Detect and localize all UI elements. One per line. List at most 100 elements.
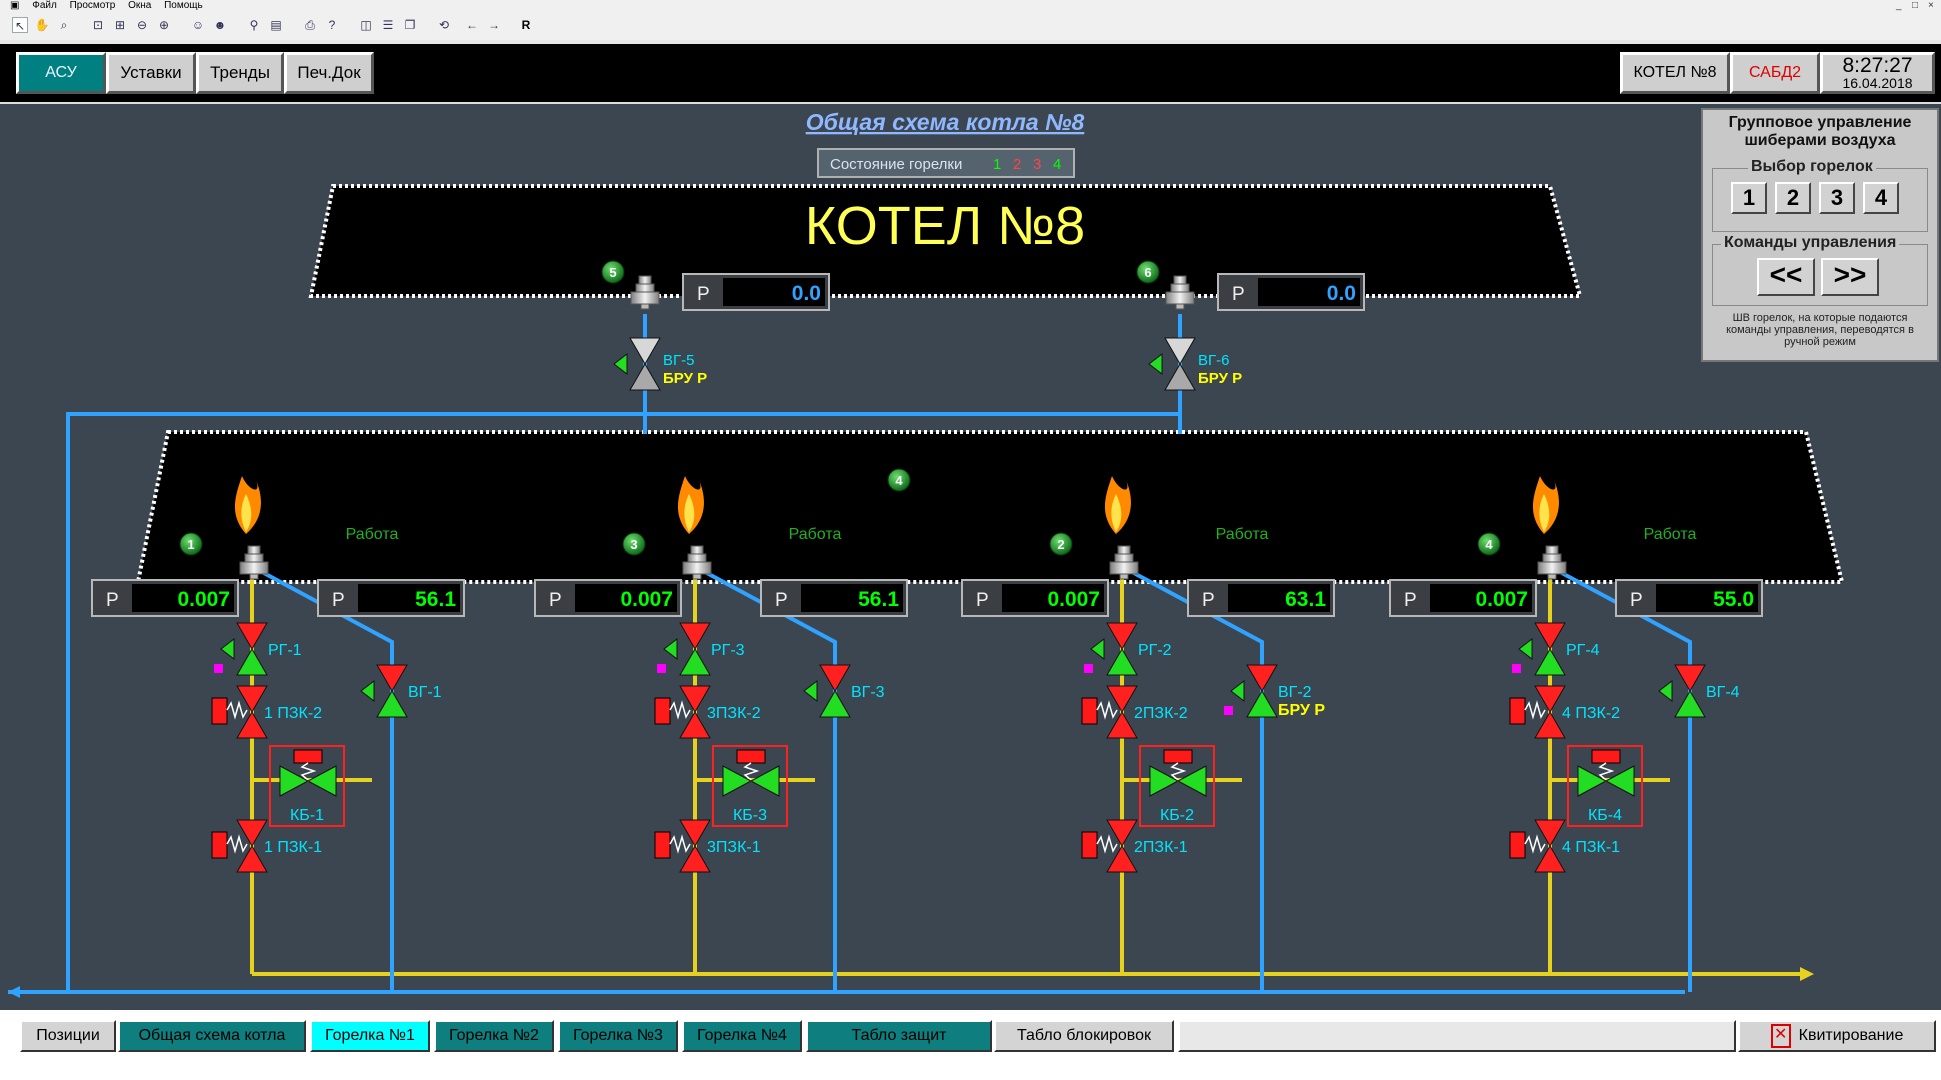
valve-rg-1[interactable] (236, 622, 268, 676)
valve-vg-2[interactable] (1246, 664, 1278, 718)
r-button[interactable]: R (518, 17, 534, 33)
split-icon[interactable]: ☰ (380, 17, 396, 33)
spring-actuator-icon (1509, 697, 1546, 725)
pressure-value: 0.007 (1047, 588, 1100, 611)
maximize-icon[interactable]: □ (1912, 0, 1918, 11)
valve-5[interactable] (629, 337, 661, 391)
badge-number: 4 (1485, 537, 1493, 552)
clock-date: 16.04.2018 (1842, 75, 1913, 91)
select-burner-1-button[interactable]: 1 (1731, 182, 1767, 214)
indicator-square (1084, 664, 1093, 673)
menu-help[interactable]: Помощь (164, 0, 203, 11)
print-doc-button[interactable]: Печ.Док (284, 52, 374, 94)
burner-pressure-gas-3[interactable]: P 0.007 (534, 579, 682, 617)
valve-vg-3[interactable] (819, 664, 851, 718)
minimize-icon[interactable]: _ (1896, 0, 1902, 11)
upper-pressure-6[interactable]: P 0.0 (1217, 273, 1365, 311)
valve-kb-2[interactable]: КБ-2 (1139, 745, 1215, 827)
valve-rg-2[interactable] (1106, 622, 1138, 676)
burner-pressure-air-3[interactable]: P 56.1 (760, 579, 908, 617)
pressure-label: P (1404, 590, 1417, 611)
zoom-in-icon[interactable]: ⊕ (156, 17, 172, 33)
valve-vg-4[interactable] (1674, 664, 1706, 718)
bru-label: БРУ Р (1198, 370, 1242, 387)
back-arrow-icon[interactable]: ← (464, 17, 480, 33)
menu-file[interactable]: Файл (32, 0, 57, 11)
command-right-button[interactable]: >> (1821, 258, 1879, 296)
spring-actuator-icon (1509, 831, 1546, 859)
valve-rg-3[interactable] (679, 622, 711, 676)
setpoints-button[interactable]: Уставки (106, 52, 196, 94)
users-icon[interactable]: ☻ (212, 17, 228, 33)
valve-vg-1[interactable] (376, 664, 408, 718)
find-icon[interactable]: ⚲ (246, 17, 262, 33)
pointer-icon[interactable]: ↖ (12, 17, 28, 33)
zoom-area-icon[interactable]: ⊞ (112, 17, 128, 33)
refresh-icon[interactable]: ⟲ (436, 17, 452, 33)
commands-group (1712, 244, 1928, 306)
burner-pressure-air-4[interactable]: P 55.0 (1615, 579, 1763, 617)
layout-icon[interactable]: ◫ (358, 17, 374, 33)
actuator-arrow-icon (1090, 637, 1105, 661)
badge-number: 6 (1144, 265, 1151, 280)
acknowledge-button[interactable]: ✕ Квитирование (1738, 1020, 1936, 1052)
image-icon[interactable]: ▤ (268, 17, 284, 33)
vg-label: ВГ-3 (851, 684, 885, 701)
menu-windows[interactable]: Окна (128, 0, 151, 11)
badge-number: 3 (630, 537, 637, 552)
trends-button[interactable]: Тренды (196, 52, 284, 94)
zoom-out-icon[interactable]: ⊖ (134, 17, 150, 33)
tab-interlock-board[interactable]: Табло блокировок (994, 1020, 1174, 1052)
select-burner-4-button[interactable]: 4 (1863, 182, 1899, 214)
kb-label: КБ-4 (1588, 807, 1622, 824)
valve-kb-1[interactable]: КБ-1 (269, 745, 345, 827)
zoom-icon[interactable]: ⌕ (56, 17, 72, 33)
valve-rg-4[interactable] (1534, 622, 1566, 676)
spring-actuator-icon (654, 697, 691, 725)
help-icon[interactable]: ? (324, 17, 340, 33)
sabd-indicator[interactable]: САБД2 (1730, 52, 1820, 94)
air-pipes (8, 314, 1685, 994)
boiler-indicator[interactable]: КОТЕЛ №8 (1620, 52, 1730, 94)
tab-protection-board[interactable]: Табло защит (806, 1020, 992, 1052)
pressure-value: 0.007 (177, 588, 230, 611)
burner-pressure-gas-2[interactable]: P 0.007 (961, 579, 1109, 617)
valve-kb-3[interactable]: КБ-3 (712, 745, 788, 827)
pzk1-label: 2ПЗК-1 (1134, 839, 1188, 856)
vg-label: ВГ-1 (408, 684, 442, 701)
burner-status: Работа (789, 526, 842, 543)
asu-button[interactable]: АСУ (16, 52, 106, 94)
tab-burner-4[interactable]: Горелка №4 (682, 1020, 802, 1052)
print-icon[interactable]: ⎙ (302, 17, 318, 33)
burner-pressure-gas-1[interactable]: P 0.007 (91, 579, 239, 617)
toolbar: ↖ ✋ ⌕ ⊡ ⊞ ⊖ ⊕ ☺ ☻ ⚲ ▤ ⎙ ? ◫ ☰ ❐ ⟲ ← → R (0, 11, 1941, 41)
tab-boiler-scheme[interactable]: Общая схема котла (118, 1020, 306, 1052)
burner-pressure-gas-4[interactable]: P 0.007 (1389, 579, 1537, 617)
fit-icon[interactable]: ⊡ (90, 17, 106, 33)
tab-positions[interactable]: Позиции (20, 1020, 116, 1052)
pressure-label: P (775, 590, 788, 611)
windows-icon[interactable]: ❐ (402, 17, 418, 33)
forward-arrow-icon[interactable]: → (486, 17, 502, 33)
command-left-button[interactable]: << (1757, 258, 1815, 296)
tab-burner-2[interactable]: Горелка №2 (434, 1020, 554, 1052)
hand-icon[interactable]: ✋ (34, 17, 50, 33)
pressure-value: 55.0 (1713, 588, 1754, 611)
tab-burner-3[interactable]: Горелка №3 (558, 1020, 678, 1052)
select-burner-2-button[interactable]: 2 (1775, 182, 1811, 214)
select-burner-3-button[interactable]: 3 (1819, 182, 1855, 214)
valve-6[interactable] (1164, 337, 1196, 391)
upper-pressure-5[interactable]: P 0.0 (682, 273, 830, 311)
burner-select-title: Выбор горелок (1748, 158, 1876, 176)
close-icon[interactable]: × (1928, 0, 1934, 11)
burner-pressure-air-2[interactable]: P 63.1 (1187, 579, 1335, 617)
actuator-arrow-icon (360, 679, 375, 703)
valve-kb-4[interactable]: КБ-4 (1567, 745, 1643, 827)
menu-view[interactable]: Просмотр (70, 0, 116, 11)
burner-state-label: Состояние горелки (830, 156, 962, 173)
message-strip (1178, 1020, 1736, 1052)
tab-burner-1[interactable]: Горелка №1 (310, 1020, 430, 1052)
pzk1-label: 3ПЗК-1 (707, 839, 761, 856)
burner-pressure-air-1[interactable]: P 56.1 (317, 579, 465, 617)
user-icon[interactable]: ☺ (190, 17, 206, 33)
